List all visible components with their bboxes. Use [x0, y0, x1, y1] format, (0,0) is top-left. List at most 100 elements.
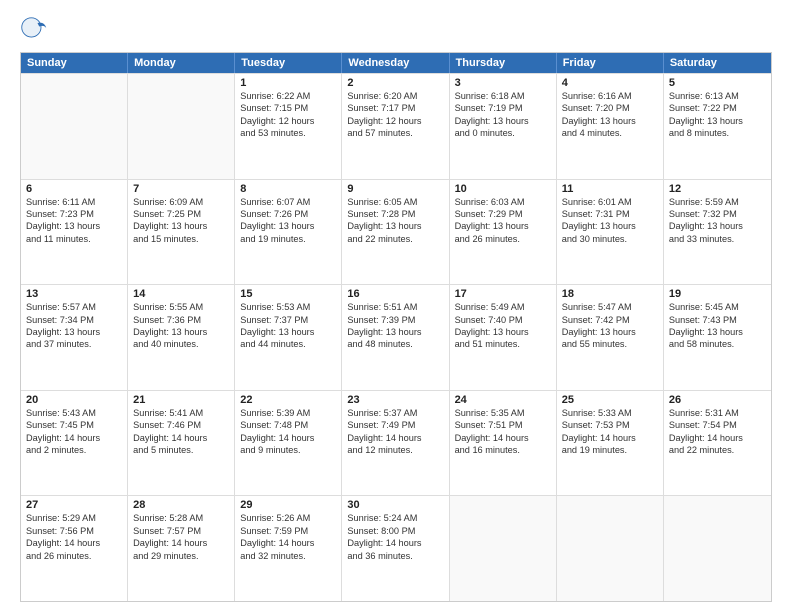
cell-line: Sunset: 7:32 PM	[669, 208, 766, 220]
day-number: 5	[669, 77, 766, 89]
cell-line: Sunrise: 5:59 AM	[669, 196, 766, 208]
day-cell-1: 1Sunrise: 6:22 AMSunset: 7:15 PMDaylight…	[235, 74, 342, 179]
cell-line: and 19 minutes.	[562, 444, 658, 456]
cell-line: Sunrise: 5:51 AM	[347, 301, 443, 313]
cell-line: Sunset: 7:40 PM	[455, 314, 551, 326]
cell-line: Sunset: 7:57 PM	[133, 525, 229, 537]
day-cell-21: 21Sunrise: 5:41 AMSunset: 7:46 PMDayligh…	[128, 391, 235, 496]
cell-line: Sunrise: 6:01 AM	[562, 196, 658, 208]
day-number: 28	[133, 499, 229, 511]
calendar-row-3: 20Sunrise: 5:43 AMSunset: 7:45 PMDayligh…	[21, 390, 771, 496]
cell-line: Daylight: 12 hours	[240, 115, 336, 127]
cell-line: Daylight: 13 hours	[347, 220, 443, 232]
day-cell-10: 10Sunrise: 6:03 AMSunset: 7:29 PMDayligh…	[450, 180, 557, 285]
day-number: 12	[669, 183, 766, 195]
cell-line: Sunrise: 5:43 AM	[26, 407, 122, 419]
cell-line: Daylight: 14 hours	[669, 432, 766, 444]
logo	[20, 16, 52, 44]
cell-line: Daylight: 12 hours	[347, 115, 443, 127]
day-number: 30	[347, 499, 443, 511]
day-number: 25	[562, 394, 658, 406]
day-cell-11: 11Sunrise: 6:01 AMSunset: 7:31 PMDayligh…	[557, 180, 664, 285]
day-number: 26	[669, 394, 766, 406]
day-number: 8	[240, 183, 336, 195]
header-day-sunday: Sunday	[21, 53, 128, 73]
cell-line: and 55 minutes.	[562, 338, 658, 350]
day-number: 18	[562, 288, 658, 300]
day-cell-13: 13Sunrise: 5:57 AMSunset: 7:34 PMDayligh…	[21, 285, 128, 390]
cell-line: Sunset: 7:26 PM	[240, 208, 336, 220]
header-day-friday: Friday	[557, 53, 664, 73]
day-cell-3: 3Sunrise: 6:18 AMSunset: 7:19 PMDaylight…	[450, 74, 557, 179]
cell-line: Sunrise: 6:09 AM	[133, 196, 229, 208]
calendar: SundayMondayTuesdayWednesdayThursdayFrid…	[20, 52, 772, 602]
header	[20, 16, 772, 44]
day-number: 6	[26, 183, 122, 195]
cell-line: Sunrise: 6:22 AM	[240, 90, 336, 102]
cell-line: Daylight: 14 hours	[347, 432, 443, 444]
cell-line: Sunset: 7:34 PM	[26, 314, 122, 326]
day-number: 16	[347, 288, 443, 300]
cell-line: and 51 minutes.	[455, 338, 551, 350]
cell-line: and 11 minutes.	[26, 233, 122, 245]
day-number: 2	[347, 77, 443, 89]
day-cell-29: 29Sunrise: 5:26 AMSunset: 7:59 PMDayligh…	[235, 496, 342, 601]
cell-line: Daylight: 14 hours	[26, 432, 122, 444]
day-cell-25: 25Sunrise: 5:33 AMSunset: 7:53 PMDayligh…	[557, 391, 664, 496]
day-number: 21	[133, 394, 229, 406]
cell-line: Sunrise: 5:29 AM	[26, 512, 122, 524]
day-number: 1	[240, 77, 336, 89]
cell-line: Sunrise: 5:55 AM	[133, 301, 229, 313]
cell-line: Sunset: 7:20 PM	[562, 102, 658, 114]
cell-line: and 4 minutes.	[562, 127, 658, 139]
cell-line: Daylight: 13 hours	[455, 115, 551, 127]
cell-line: and 33 minutes.	[669, 233, 766, 245]
cell-line: and 58 minutes.	[669, 338, 766, 350]
cell-line: Daylight: 13 hours	[26, 326, 122, 338]
cell-line: Sunrise: 6:13 AM	[669, 90, 766, 102]
cell-line: Sunset: 7:45 PM	[26, 419, 122, 431]
cell-line: Daylight: 13 hours	[133, 326, 229, 338]
calendar-header: SundayMondayTuesdayWednesdayThursdayFrid…	[21, 53, 771, 73]
cell-line: Daylight: 13 hours	[133, 220, 229, 232]
cell-line: Sunrise: 5:33 AM	[562, 407, 658, 419]
calendar-row-1: 6Sunrise: 6:11 AMSunset: 7:23 PMDaylight…	[21, 179, 771, 285]
cell-line: Sunset: 7:37 PM	[240, 314, 336, 326]
cell-line: and 57 minutes.	[347, 127, 443, 139]
day-number: 9	[347, 183, 443, 195]
day-number: 7	[133, 183, 229, 195]
empty-cell	[128, 74, 235, 179]
cell-line: Sunrise: 5:26 AM	[240, 512, 336, 524]
day-number: 24	[455, 394, 551, 406]
cell-line: Daylight: 14 hours	[455, 432, 551, 444]
cell-line: and 40 minutes.	[133, 338, 229, 350]
empty-cell	[21, 74, 128, 179]
day-number: 22	[240, 394, 336, 406]
cell-line: Sunset: 7:46 PM	[133, 419, 229, 431]
day-cell-16: 16Sunrise: 5:51 AMSunset: 7:39 PMDayligh…	[342, 285, 449, 390]
cell-line: Daylight: 13 hours	[669, 115, 766, 127]
cell-line: Daylight: 13 hours	[562, 326, 658, 338]
cell-line: Daylight: 13 hours	[455, 220, 551, 232]
cell-line: Sunrise: 5:31 AM	[669, 407, 766, 419]
cell-line: Sunrise: 6:18 AM	[455, 90, 551, 102]
cell-line: Sunset: 7:25 PM	[133, 208, 229, 220]
day-cell-17: 17Sunrise: 5:49 AMSunset: 7:40 PMDayligh…	[450, 285, 557, 390]
cell-line: and 2 minutes.	[26, 444, 122, 456]
day-cell-6: 6Sunrise: 6:11 AMSunset: 7:23 PMDaylight…	[21, 180, 128, 285]
cell-line: Sunrise: 5:41 AM	[133, 407, 229, 419]
cell-line: Sunrise: 6:16 AM	[562, 90, 658, 102]
cell-line: Daylight: 14 hours	[347, 537, 443, 549]
day-number: 23	[347, 394, 443, 406]
cell-line: Sunset: 7:39 PM	[347, 314, 443, 326]
day-cell-4: 4Sunrise: 6:16 AMSunset: 7:20 PMDaylight…	[557, 74, 664, 179]
cell-line: Sunrise: 6:05 AM	[347, 196, 443, 208]
cell-line: Sunrise: 6:03 AM	[455, 196, 551, 208]
cell-line: and 22 minutes.	[347, 233, 443, 245]
cell-line: and 26 minutes.	[455, 233, 551, 245]
cell-line: and 5 minutes.	[133, 444, 229, 456]
day-number: 10	[455, 183, 551, 195]
header-day-monday: Monday	[128, 53, 235, 73]
cell-line: Sunset: 7:54 PM	[669, 419, 766, 431]
cell-line: and 32 minutes.	[240, 550, 336, 562]
